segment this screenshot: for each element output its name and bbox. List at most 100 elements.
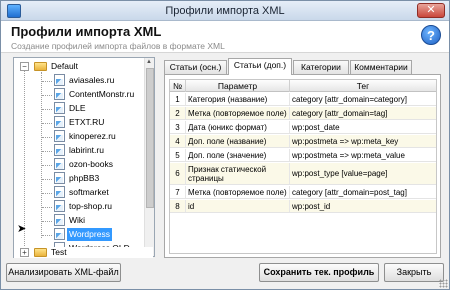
profiles-tree[interactable]: − Default aviasales.ru ContentMonstr.ru … — [13, 57, 155, 257]
window-title: Профили импорта XML — [165, 5, 285, 17]
row-parameter: Категория (название) — [186, 93, 290, 105]
tree-item-dle[interactable]: DLE — [14, 102, 144, 115]
profile-icon — [54, 144, 65, 156]
row-tag: wp:post_type [value=page] — [292, 169, 388, 178]
row-tag: category [attr_domain=category] — [292, 94, 407, 104]
close-button[interactable]: Закрыть — [384, 263, 444, 282]
tree-item-label: Wiki — [69, 215, 86, 225]
tree-item-label: ETXT.RU — [69, 117, 105, 127]
tree-item-label: softmarket — [69, 187, 109, 197]
tree-guide-line — [42, 81, 52, 82]
tree-guide-line — [42, 235, 52, 236]
profile-icon — [54, 130, 65, 142]
profile-icon — [54, 102, 65, 114]
tab-categories[interactable]: Категории — [293, 60, 349, 74]
tree-guide-line — [42, 179, 52, 180]
tree-scrollbar[interactable]: ▲ ▼ — [144, 58, 154, 256]
tree-item-etxt[interactable]: ETXT.RU — [14, 116, 144, 129]
tab-articles-extra[interactable]: Статьи (доп.) — [228, 58, 292, 75]
close-window-button[interactable]: ✕ — [417, 3, 445, 18]
tree-item-label: labirint.ru — [69, 145, 104, 155]
column-header-tag[interactable]: Тег — [290, 80, 436, 92]
collapse-icon[interactable]: − — [20, 62, 29, 71]
profile-icon — [54, 200, 65, 212]
tree-item-wordpress[interactable]: Wordpress — [14, 228, 144, 241]
grid-row[interactable]: 1 Категория (название) category [attr_do… — [170, 93, 436, 106]
tree-folder-label: Default — [51, 61, 78, 71]
tree-item-top-shop[interactable]: top-shop.ru — [14, 200, 144, 213]
profile-icon — [54, 214, 65, 226]
tree-item-softmarket[interactable]: softmarket — [14, 186, 144, 199]
folder-icon — [34, 62, 47, 71]
profile-icon — [54, 158, 65, 170]
row-tag: wp:postmeta => wp:meta_key — [292, 136, 399, 146]
tree-guide-line — [42, 151, 52, 152]
resize-grip-icon[interactable] — [439, 279, 448, 288]
grid-header: № Параметр Тег — [170, 80, 436, 92]
tab-articles-main[interactable]: Статьи (осн.) — [164, 60, 227, 74]
header-panel: Профили импорта XML Создание профилей им… — [1, 21, 449, 53]
tree-guide-line — [42, 193, 52, 194]
row-parameter: Метка (повторяемое поле) — [186, 107, 290, 119]
profile-icon — [54, 172, 65, 184]
profile-icon — [54, 88, 65, 100]
tree-item-label: aviasales.ru — [69, 75, 115, 85]
tree-guide-line — [42, 207, 52, 208]
tree-item-wiki[interactable]: Wiki — [14, 214, 144, 227]
row-parameter: Доп. поле (название) — [186, 135, 290, 147]
row-parameter: id — [186, 200, 290, 212]
tree-item-ozon-books[interactable]: ozon-books — [14, 158, 144, 171]
tree-item-label: kinoperez.ru — [69, 131, 116, 141]
page-title: Профили импорта XML — [11, 24, 162, 39]
tree-item-phpbb3[interactable]: phpBB3 — [14, 172, 144, 185]
tree-item-kinoperez[interactable]: kinoperez.ru — [14, 130, 144, 143]
save-profile-button[interactable]: Сохранить тек. профиль — [259, 263, 379, 282]
tree-item-label: top-shop.ru — [69, 201, 112, 211]
row-parameter: Признак статической страницы — [186, 163, 290, 184]
tree-folder-test[interactable]: + Test — [13, 247, 153, 258]
grid-row[interactable]: 7 Метка (повторяемое поле) category [att… — [170, 186, 436, 199]
row-tag: category [attr_domain=tag] — [292, 108, 388, 118]
column-header-number[interactable]: № — [170, 80, 186, 92]
column-header-parameter[interactable]: Параметр — [186, 80, 290, 92]
scrollbar-thumb[interactable] — [146, 68, 154, 208]
row-number: 6 — [170, 163, 186, 184]
row-tag: wp:postmeta => wp:meta_value — [292, 150, 405, 160]
grid-row[interactable]: 5 Доп. поле (значение) wp:postmeta => wp… — [170, 149, 436, 162]
grid-row[interactable]: 6 Признак статической страницы wp:post_t… — [170, 163, 436, 185]
tree-item-label: ozon-books — [69, 159, 113, 169]
row-parameter: Доп. поле (значение) — [186, 149, 290, 161]
row-number: 5 — [170, 149, 186, 161]
tab-comments[interactable]: Комментарии — [350, 60, 412, 74]
profile-icon — [54, 74, 65, 86]
profile-icon — [54, 186, 65, 198]
tree-item-contentmonstr[interactable]: ContentMonstr.ru — [14, 88, 144, 101]
grid-row[interactable]: 8 id wp:post_id — [170, 200, 436, 213]
title-bar[interactable]: Профили импорта XML ✕ — [1, 1, 449, 21]
grid-row[interactable]: 2 Метка (повторяемое поле) category [att… — [170, 107, 436, 120]
tree-folder-label: Test — [51, 247, 67, 257]
expand-icon[interactable]: + — [20, 248, 29, 257]
tree-item-label: ContentMonstr.ru — [69, 89, 135, 99]
tree-item-label: DLE — [69, 103, 86, 113]
profile-icon — [54, 116, 65, 128]
tree-guide-line — [42, 165, 52, 166]
row-number: 4 — [170, 135, 186, 147]
mapping-grid[interactable]: № Параметр Тег 1 Категория (название) ca… — [169, 79, 437, 254]
analyze-xml-button[interactable]: Анализировать XML-файл — [6, 263, 121, 282]
grid-row[interactable]: 4 Доп. поле (название) wp:postmeta => wp… — [170, 135, 436, 148]
tree-item-labirint[interactable]: labirint.ru — [14, 144, 144, 157]
import-profiles-window: Профили импорта XML ✕ Профили импорта XM… — [0, 0, 450, 290]
tree-guide-line — [42, 221, 52, 222]
grid-row[interactable]: 3 Дата (юникс формат) wp:post_date — [170, 121, 436, 134]
tab-panel: № Параметр Тег 1 Категория (название) ca… — [164, 74, 441, 258]
row-tag: wp:post_date — [292, 122, 340, 132]
help-icon[interactable]: ? — [421, 25, 441, 45]
scroll-up-icon[interactable]: ▲ — [146, 59, 152, 65]
folder-icon — [34, 248, 47, 257]
tree-item-label: phpBB3 — [69, 173, 100, 183]
tree-guide-line — [42, 109, 52, 110]
row-parameter: Дата (юникс формат) — [186, 121, 290, 133]
tree-item-aviasales[interactable]: aviasales.ru — [14, 74, 144, 87]
tree-folder-default[interactable]: − Default — [14, 60, 144, 73]
